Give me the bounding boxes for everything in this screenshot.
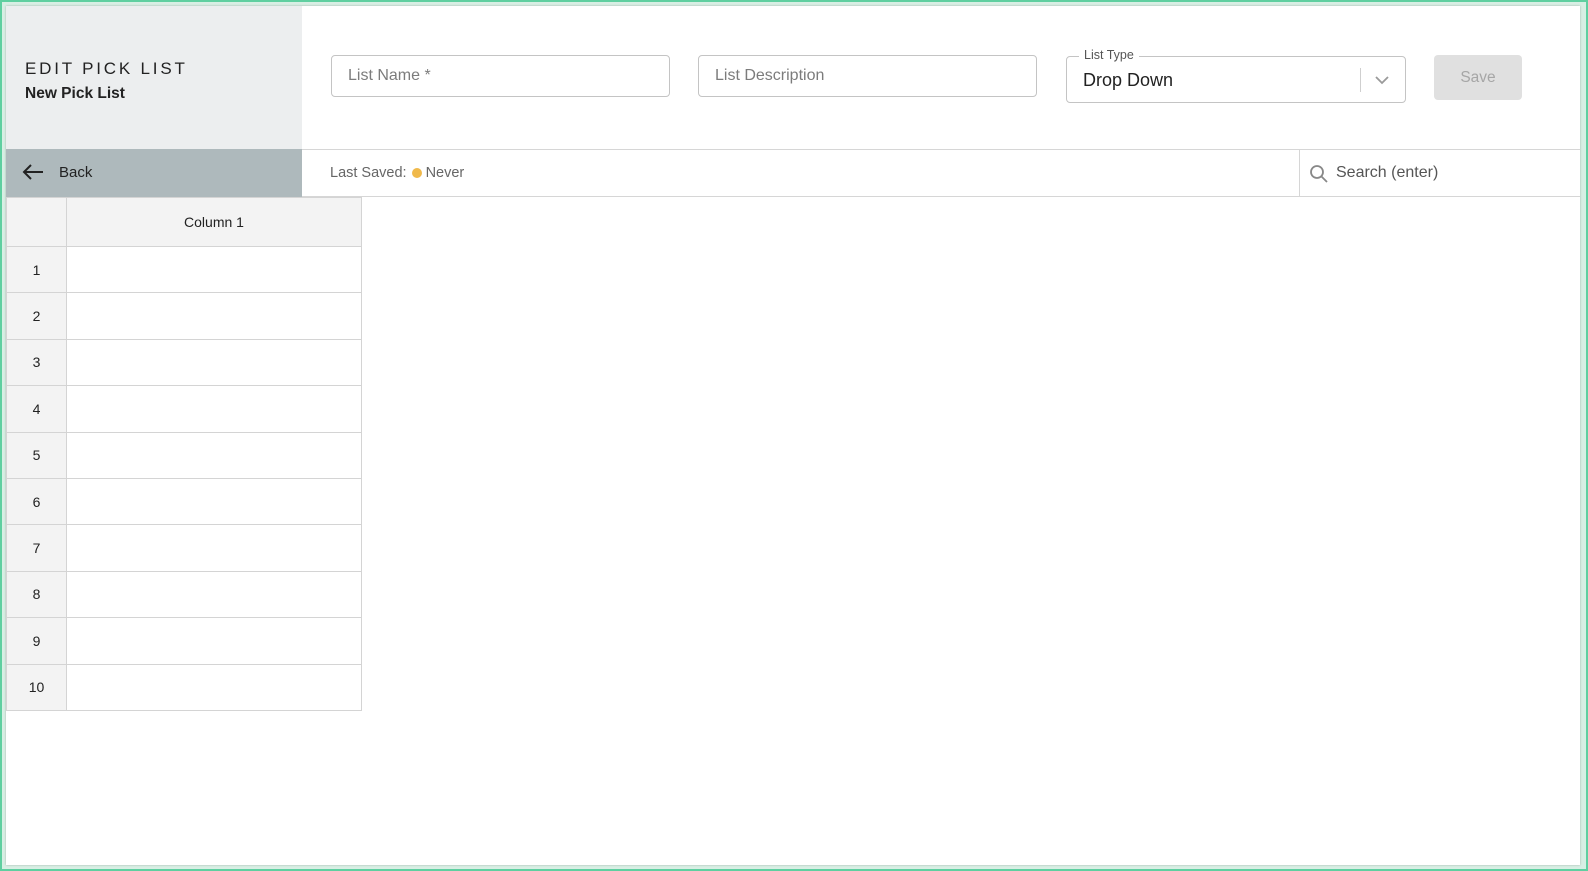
toolbar: Back Last Saved: Never <box>6 149 1580 197</box>
grid-cell[interactable] <box>66 570 362 619</box>
list-description-input[interactable] <box>699 56 1036 96</box>
page-subtitle: New Pick List <box>25 85 125 102</box>
row-number[interactable]: 5 <box>6 431 67 479</box>
back-button[interactable]: Back <box>6 149 302 197</box>
list-description-field[interactable] <box>698 55 1037 97</box>
last-saved-value: Never <box>425 165 465 181</box>
list-name-field[interactable] <box>331 55 670 97</box>
row-number[interactable]: 10 <box>6 663 67 711</box>
last-saved-label: Last Saved: <box>330 165 407 181</box>
select-divider <box>1360 68 1361 92</box>
row-number[interactable]: 9 <box>6 617 67 665</box>
grid-cell[interactable] <box>66 431 362 479</box>
search-icon <box>1310 165 1328 183</box>
grid-cell[interactable] <box>66 385 362 433</box>
pick-list-grid: Column 1 1 2 3 4 5 6 7 8 9 10 <box>6 197 362 711</box>
row-number[interactable]: 4 <box>6 385 67 433</box>
save-button[interactable]: Save <box>1434 55 1522 100</box>
back-label: Back <box>59 164 93 181</box>
row-number[interactable]: 8 <box>6 570 67 619</box>
page-title: EDIT PICK LIST <box>25 59 188 78</box>
row-number[interactable]: 1 <box>6 245 67 294</box>
row-number[interactable]: 2 <box>6 292 67 340</box>
grid-cell[interactable] <box>66 292 362 340</box>
back-arrow-icon <box>22 164 43 180</box>
row-number[interactable]: 7 <box>6 524 67 572</box>
grid-cell[interactable] <box>66 477 362 526</box>
list-name-input[interactable] <box>332 56 669 96</box>
list-type-select[interactable]: List Type Drop Down <box>1066 48 1406 103</box>
list-type-label: List Type <box>1079 48 1139 62</box>
search-input[interactable] <box>1334 149 1568 197</box>
chevron-down-icon[interactable] <box>1371 69 1393 91</box>
row-number[interactable]: 3 <box>6 338 67 387</box>
grid-cell[interactable] <box>66 663 362 711</box>
status-dot <box>411 168 422 178</box>
grid-cell[interactable] <box>66 524 362 572</box>
grid-corner[interactable] <box>6 197 67 247</box>
title-panel: EDIT PICK LIST New Pick List <box>6 6 302 150</box>
row-number[interactable]: 6 <box>6 477 67 526</box>
app-container: EDIT PICK LIST New Pick List List Type D… <box>6 6 1580 865</box>
grid-cell[interactable] <box>66 338 362 387</box>
last-saved-status: Last Saved: Never <box>330 165 464 181</box>
list-type-value: Drop Down <box>1083 70 1174 90</box>
grid-cell[interactable] <box>66 617 362 665</box>
search-box[interactable] <box>1299 149 1580 197</box>
grid-cell[interactable] <box>66 245 362 294</box>
column-header[interactable]: Column 1 <box>66 197 362 247</box>
